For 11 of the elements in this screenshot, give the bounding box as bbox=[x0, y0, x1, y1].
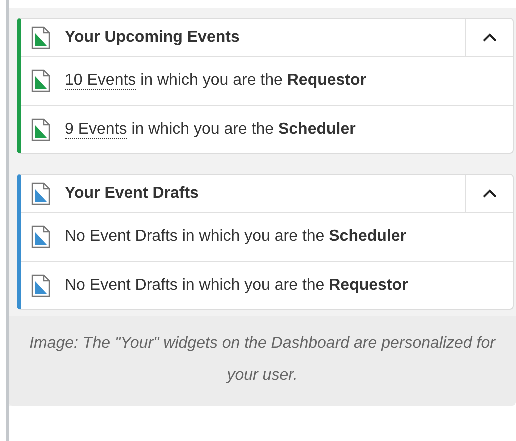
image-caption: Image: The "Your" widgets on the Dashboard are personalized for your user. bbox=[28, 334, 497, 386]
widget-title: Your Upcoming Events bbox=[65, 28, 240, 48]
widget-title: Your Event Drafts bbox=[65, 184, 199, 204]
event-summary: 10 Events in which you are the Requestor bbox=[65, 71, 366, 92]
events-link[interactable]: 10 Events bbox=[65, 72, 136, 90]
event-summary: 9 Events in which you are the Scheduler bbox=[65, 120, 356, 140]
event-summary: No Event Drafts in which you are the Requestor bbox=[65, 276, 408, 296]
event-summary: No Event Drafts in which you are the Scheduler bbox=[65, 227, 406, 247]
chevron-icon bbox=[482, 189, 496, 198]
chevron-icon bbox=[482, 33, 496, 42]
events-link[interactable]: 9 Events bbox=[65, 120, 128, 138]
